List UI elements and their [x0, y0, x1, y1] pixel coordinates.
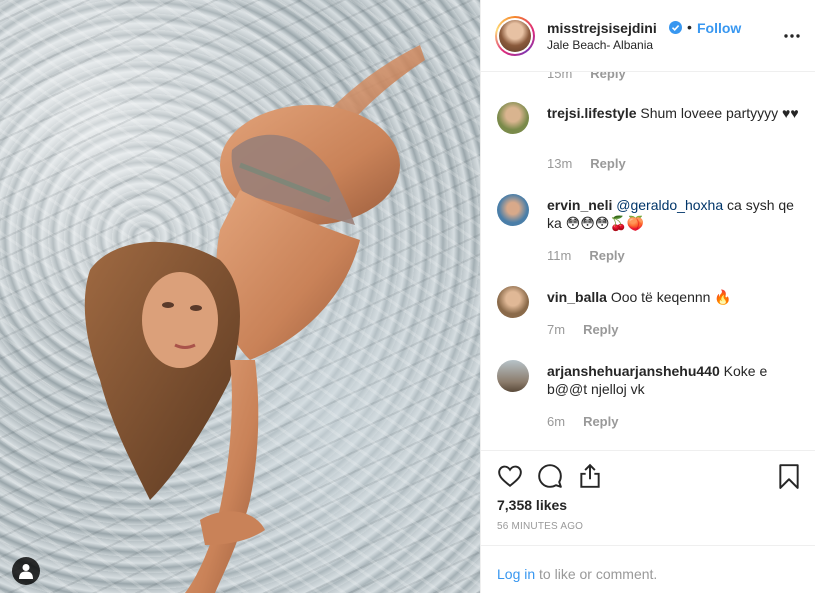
- share-icon[interactable]: [577, 463, 603, 489]
- comment-meta: 6m Reply: [547, 414, 618, 429]
- comment-time: 7m: [547, 322, 566, 337]
- comment-time: 15m: [547, 72, 573, 81]
- author-username[interactable]: misstrejsisejdini: [547, 20, 657, 36]
- reply-button[interactable]: Reply: [589, 248, 624, 263]
- author-avatar[interactable]: [495, 16, 535, 56]
- photo-subject: [84, 45, 425, 593]
- reply-button[interactable]: Reply: [583, 322, 618, 337]
- separator-dot: •: [687, 19, 692, 35]
- follow-button[interactable]: Follow: [697, 20, 741, 36]
- commenter-username[interactable]: arjanshehuarjanshehu440: [547, 363, 720, 379]
- login-prompt-rest: to like or comment.: [535, 566, 658, 582]
- bookmark-icon[interactable]: [776, 463, 802, 489]
- comment-meta: 7m Reply: [547, 322, 618, 337]
- post-photo[interactable]: [0, 0, 480, 593]
- post-location[interactable]: Jale Beach- Albania: [547, 38, 653, 52]
- comment-text: trejsi.lifestyle Shum loveee partyyyy ♥♥: [547, 104, 802, 122]
- previous-comment-meta: 15m Reply: [547, 72, 626, 81]
- heart-icon[interactable]: [497, 463, 523, 489]
- verified-badge-icon: [669, 21, 682, 34]
- comment-time: 13m: [547, 156, 573, 171]
- commenter-avatar[interactable]: [497, 102, 529, 134]
- likes-count[interactable]: 7,358 likes: [497, 497, 567, 513]
- commenter-username[interactable]: vin_balla: [547, 289, 607, 305]
- post-modal: misstrejsisejdini • Follow Jale Beach- A…: [0, 0, 815, 593]
- reply-button[interactable]: Reply: [583, 414, 618, 429]
- comment-text: arjanshehuarjanshehu440 Koke e b@@t njel…: [547, 362, 802, 398]
- login-link[interactable]: Log in: [497, 566, 535, 582]
- comment-body: Ooo të keqennn 🔥: [610, 289, 732, 305]
- reply-button[interactable]: Reply: [590, 156, 625, 171]
- commenter-avatar[interactable]: [497, 194, 529, 226]
- comment-icon[interactable]: [537, 463, 563, 489]
- commenter-username[interactable]: ervin_neli: [547, 197, 612, 213]
- comment-time: 6m: [547, 414, 566, 429]
- comment-text: vin_balla Ooo të keqennn 🔥: [547, 288, 802, 306]
- reply-button[interactable]: Reply: [590, 72, 625, 81]
- comment-text: ervin_neli @geraldo_hoxha ca sysh qe ka …: [547, 196, 802, 232]
- commenter-avatar[interactable]: [497, 360, 529, 392]
- comment-meta: 11m Reply: [547, 248, 625, 263]
- post-timestamp[interactable]: 56 MINUTES AGO: [497, 521, 583, 532]
- commenter-username[interactable]: trejsi.lifestyle: [547, 105, 637, 121]
- login-prompt: Log in to like or comment.: [481, 545, 815, 593]
- comment-mention[interactable]: @geraldo_hoxha: [616, 197, 723, 213]
- comments-list[interactable]: 15m Reply trejsi.lifestyle Shum loveee pa…: [481, 72, 815, 450]
- user-tag-icon[interactable]: [12, 557, 40, 585]
- post-sidebar: misstrejsisejdini • Follow Jale Beach- A…: [480, 0, 815, 593]
- more-options-icon[interactable]: [782, 26, 802, 46]
- login-prompt-text: Log in to like or comment.: [497, 566, 657, 582]
- post-header: misstrejsisejdini • Follow Jale Beach- A…: [481, 0, 815, 72]
- post-actions: 7,358 likes 56 MINUTES AGO: [481, 450, 815, 545]
- comment-meta: 13m Reply: [547, 156, 626, 171]
- comment-body: Shum loveee partyyyy ♥♥: [640, 105, 799, 121]
- commenter-avatar[interactable]: [497, 286, 529, 318]
- comment-time: 11m: [547, 248, 572, 263]
